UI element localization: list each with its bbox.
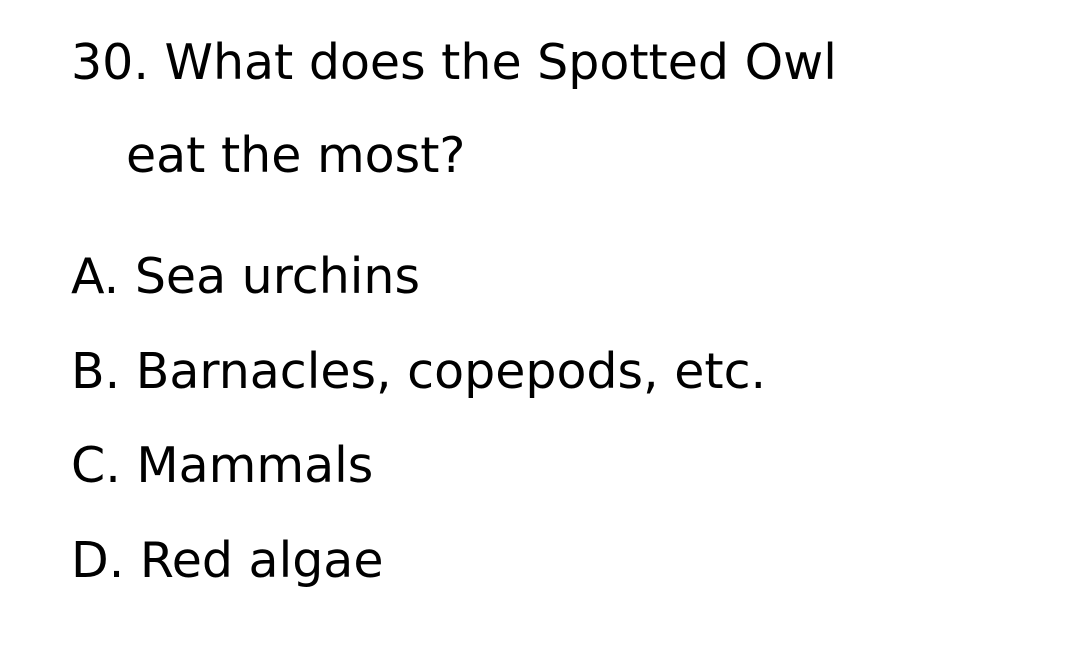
option-b-text: Barnacles, copepods, etc. xyxy=(135,343,767,400)
option-a[interactable]: A. Sea urchins xyxy=(71,252,420,301)
option-a-letter: A. xyxy=(71,248,120,305)
question-text-line-1: What does the Spotted Owl xyxy=(164,34,837,91)
option-a-text: Sea urchins xyxy=(134,248,420,305)
option-c-letter: C. xyxy=(71,437,121,494)
option-c[interactable]: C. Mammals xyxy=(71,441,373,490)
question-text-line-2: eat the most? xyxy=(126,127,466,184)
question-line-1: 30. What does the Spotted Owl xyxy=(71,38,837,87)
quiz-page: 30. What does the Spotted Owl eat the mo… xyxy=(0,0,1080,663)
option-d-letter: D. xyxy=(71,532,125,589)
option-d[interactable]: D. Red algae xyxy=(71,536,383,585)
option-b[interactable]: B. Barnacles, copepods, etc. xyxy=(71,347,766,396)
question-number: 30. xyxy=(71,34,149,91)
option-c-text: Mammals xyxy=(136,437,374,494)
option-b-letter: B. xyxy=(71,343,121,400)
option-d-text: Red algae xyxy=(139,532,384,589)
